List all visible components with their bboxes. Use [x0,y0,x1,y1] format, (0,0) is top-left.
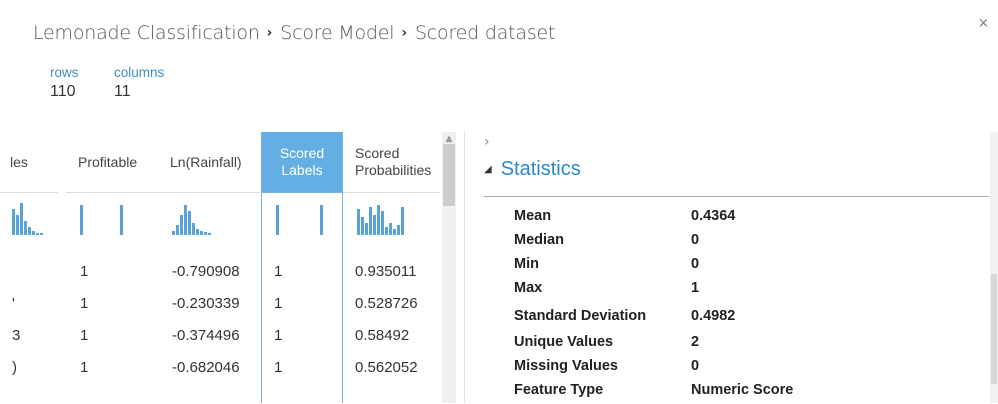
column-histogram [343,192,440,257]
column-ln-rainfall[interactable]: Ln(Rainfall) -0.790908 -0.230339 -0.3744… [158,132,260,403]
table-cell[interactable]: -0.790908 [158,256,260,288]
rows-label: rows [50,65,79,80]
table-cell[interactable]: ) [0,352,58,384]
histogram-chart [276,205,323,235]
breadcrumb: Lemonade Classification › Score Model › Scor… [33,22,555,44]
stat-value: 0 [691,358,700,374]
stat-label: Missing Values [514,358,618,374]
table-cell[interactable]: 1 [262,256,342,288]
column-header[interactable]: Ln(Rainfall) [158,132,260,192]
table-cell[interactable]: 1 [66,256,158,288]
scrollbar-thumb[interactable] [443,144,455,206]
stat-label: Min [514,256,539,272]
table-cell[interactable]: -0.682046 [158,352,260,384]
table-cell[interactable]: 1 [262,288,342,320]
expanded-triangle-icon: ◢ [484,164,492,175]
panel-vertical-scrollbar[interactable] [990,132,998,403]
histogram-chart [172,205,211,235]
breadcrumb-separator-icon: › [266,25,273,41]
stat-label: Median [514,232,564,248]
histogram-chart [357,205,404,235]
table-cell[interactable]: 1 [262,352,342,384]
column-header[interactable]: les [0,132,58,192]
stat-value: 0.4364 [691,208,736,224]
stat-label: Standard Deviation [514,308,647,324]
stat-label: Feature Type [514,382,604,398]
table-cell[interactable]: 3 [0,320,58,352]
breadcrumb-item-module[interactable]: Score Model [280,22,394,44]
scrollbar-thumb[interactable] [991,274,997,384]
table-cell[interactable]: -0.230339 [158,288,260,320]
breadcrumb-item-dataset: Scored dataset [414,22,556,44]
table-cell[interactable]: 0.935011 [343,256,440,288]
columns-label: columns [114,65,165,80]
stat-value: 0 [691,232,700,248]
column-histogram [262,192,342,257]
data-table: les ' 3 ) Profitable 1 1 1 1 Ln(Rainfall… [0,132,440,403]
statistics-section-header[interactable]: ◢ Statistics [484,158,581,181]
stat-label: Max [514,280,543,296]
column-header[interactable]: Scored Labels [262,132,342,192]
stat-value: 1 [691,280,700,296]
collapse-panel-icon[interactable]: › [484,134,490,150]
column-histogram [66,192,158,257]
table-vertical-scrollbar[interactable]: ▲ [442,132,456,403]
table-cell[interactable]: ' [0,288,58,320]
table-cell[interactable]: 1 [66,352,158,384]
table-cell[interactable]: 0.58492 [343,320,440,352]
statistics-title: Statistics [500,158,581,180]
table-cell[interactable]: 1 [262,320,342,352]
stat-value: 0 [691,256,700,272]
breadcrumb-item-experiment[interactable]: Lemonade Classification [33,22,260,44]
histogram-chart [80,205,123,235]
rows-value: 110 [50,83,76,100]
breadcrumb-separator-icon: › [401,25,407,41]
columns-count: columns 11 [114,65,164,101]
section-divider [484,196,989,197]
column-header[interactable]: Scored Probabilities [343,132,440,192]
table-cell[interactable]: -0.374496 [158,320,260,352]
close-icon[interactable]: × [978,16,989,31]
column-profitable[interactable]: Profitable 1 1 1 1 [66,132,158,403]
column-histogram [158,192,260,257]
column-les[interactable]: les ' 3 ) [0,132,58,403]
histogram-chart [12,203,43,235]
stat-label: Mean [514,208,552,224]
rows-count: rows 110 [50,65,79,101]
column-scored-probabilities[interactable]: Scored Probabilities 0.935011 0.528726 0… [343,132,440,403]
stat-value: 2 [691,334,700,350]
stat-value: 0.4982 [691,308,736,324]
column-histogram [0,192,58,257]
stat-label: Unique Values [514,334,614,350]
table-cell[interactable]: 0.528726 [343,288,440,320]
stat-value: Numeric Score [691,382,794,398]
column-scored-labels[interactable]: Scored Labels 1 1 1 1 [261,132,343,403]
table-cell[interactable]: 0.562052 [343,352,440,384]
table-cell[interactable]: 1 [66,320,158,352]
panel-divider [464,132,465,403]
column-header[interactable]: Profitable [66,132,158,192]
table-cell[interactable] [0,256,58,288]
table-cell[interactable]: 1 [66,288,158,320]
columns-value: 11 [114,83,131,100]
